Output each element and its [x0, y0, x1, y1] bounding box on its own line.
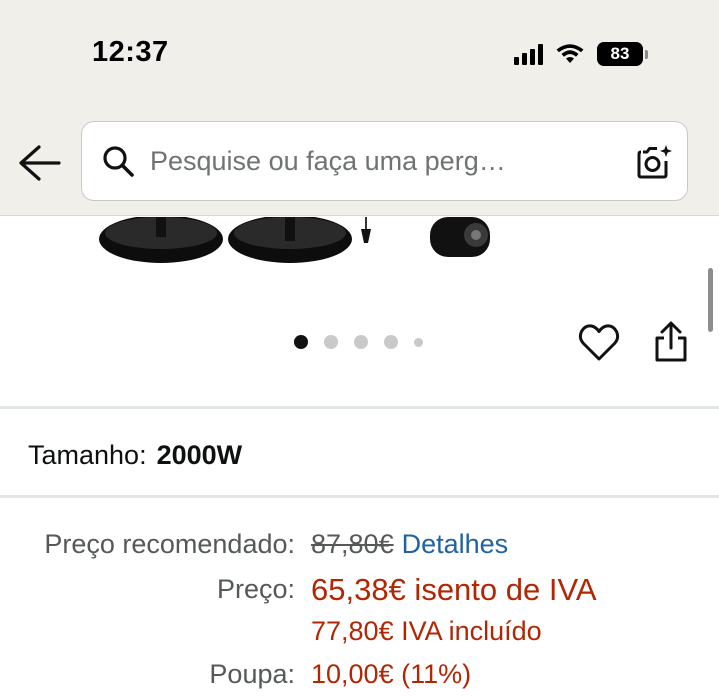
section-divider	[0, 406, 719, 409]
product-image-gallery[interactable]	[0, 217, 719, 407]
status-icons: 83	[514, 40, 648, 68]
search-input[interactable]	[150, 145, 620, 177]
pagination-dot[interactable]	[414, 337, 423, 347]
savings-label: Poupa:	[209, 659, 295, 689]
cellular-signal-icon	[514, 43, 543, 65]
status-time: 12:37	[92, 36, 169, 68]
section-divider	[0, 495, 719, 498]
pagination-dot[interactable]	[354, 335, 368, 349]
savings-value: 10,00€ (11%)	[311, 659, 472, 689]
wifi-icon	[556, 44, 584, 63]
pagination-dot[interactable]	[294, 335, 308, 349]
image-pagination-dots[interactable]	[294, 335, 423, 349]
search-bar[interactable]	[81, 121, 688, 201]
recommended-price-label: Preço recomendado:	[44, 529, 295, 559]
size-selector[interactable]: Tamanho: 2000W	[28, 440, 242, 471]
battery-cap	[645, 49, 648, 59]
app-header: 12:37 83	[0, 0, 719, 216]
price-with-vat: 77,80€ IVA incluído	[311, 616, 542, 646]
share-icon	[655, 321, 687, 362]
search-icon	[100, 143, 136, 179]
scroll-indicator	[708, 268, 713, 332]
product-image	[99, 217, 490, 263]
size-value: 2000W	[156, 440, 243, 470]
pagination-dot[interactable]	[324, 335, 338, 349]
back-button[interactable]	[16, 140, 62, 186]
battery-icon: 83	[597, 42, 643, 66]
recommended-price-value: 87,80€	[311, 529, 394, 559]
recommended-price-row: 87,80€ Detalhes	[311, 529, 508, 560]
price-value: 65,38€ isento de IVA	[311, 572, 597, 607]
share-button[interactable]	[651, 320, 691, 364]
pagination-dot[interactable]	[384, 335, 398, 349]
details-link[interactable]: Detalhes	[402, 529, 509, 559]
size-label: Tamanho:	[28, 440, 147, 470]
price-label: Preço:	[216, 574, 295, 604]
camera-search-icon[interactable]	[633, 140, 677, 184]
heart-icon	[578, 324, 620, 361]
arrow-left-icon	[19, 145, 61, 181]
wishlist-button[interactable]	[578, 322, 620, 364]
